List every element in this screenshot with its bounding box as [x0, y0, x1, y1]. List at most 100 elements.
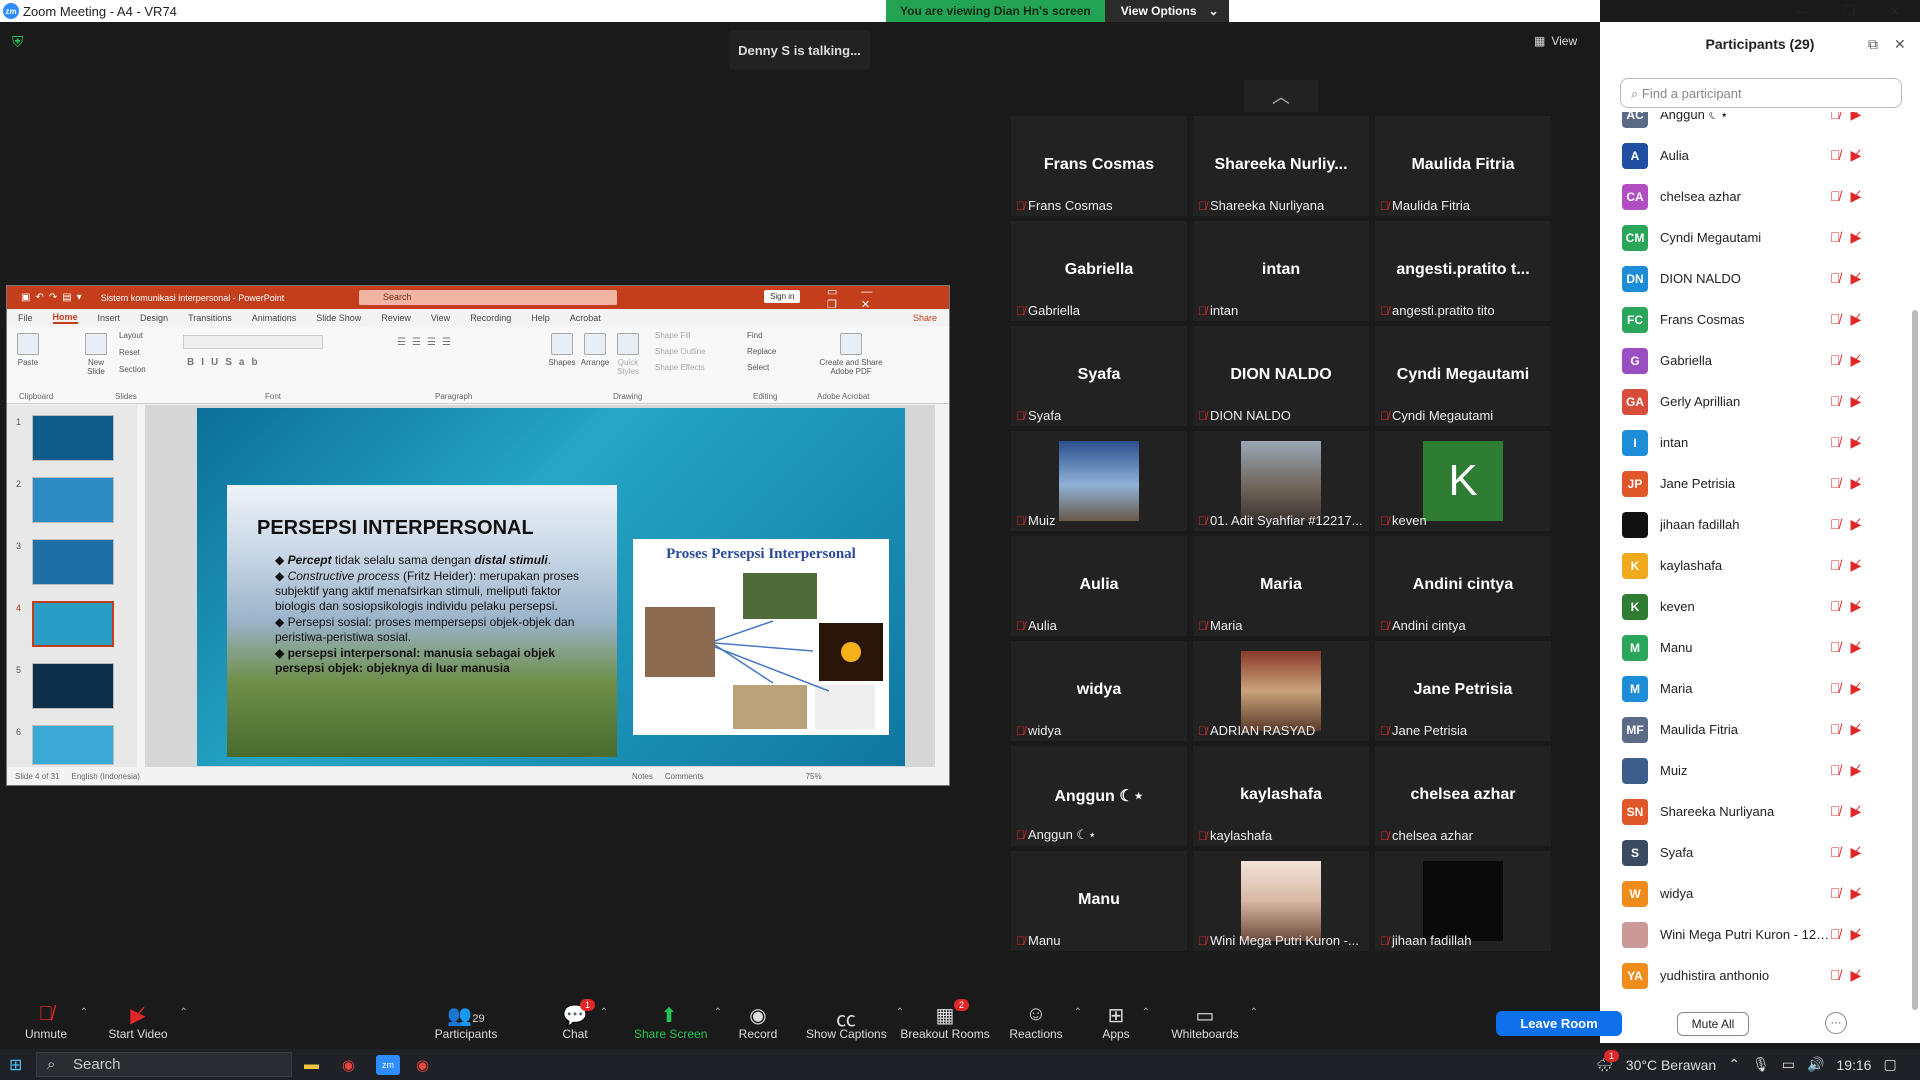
- slide-thumbnail[interactable]: [32, 539, 114, 585]
- view-options-button[interactable]: View Options ⌄: [1104, 0, 1229, 22]
- taskbar-search[interactable]: ⌕ Search: [36, 1052, 292, 1077]
- participant-row[interactable]: AC Anggun ☾⋆ 🎙̸ ▶̸: [1600, 112, 1905, 135]
- network-icon[interactable]: ▭: [1782, 1056, 1795, 1073]
- volume-icon[interactable]: 🔊: [1807, 1056, 1824, 1073]
- mic-icon[interactable]: 🎙: [1752, 1056, 1770, 1073]
- arrange-button[interactable]: Arrange: [579, 333, 611, 367]
- participant-row[interactable]: M Maria 🎙̸ ▶̸: [1600, 668, 1905, 709]
- participant-tile[interactable]: K 🎙̸ keven: [1375, 431, 1551, 531]
- ppt-search-box[interactable]: Search: [359, 290, 617, 305]
- view-layout-button[interactable]: ▦ View: [1534, 34, 1577, 48]
- replace-button[interactable]: Replace: [747, 347, 776, 356]
- ppt-tab-help[interactable]: Help: [531, 313, 550, 323]
- quick-access-icons[interactable]: ▣↶↷▤▾: [21, 292, 87, 303]
- whiteboards-button[interactable]: ▭ Whiteboards ⌃: [1170, 1003, 1258, 1041]
- more-options-button[interactable]: ···: [1825, 1012, 1847, 1034]
- shape-effects-button[interactable]: Shape Effects: [655, 363, 705, 372]
- minimize-button[interactable]: —: [1780, 0, 1826, 22]
- notes-button[interactable]: Notes: [632, 772, 653, 781]
- participant-tile[interactable]: Cyndi Megautami 🎙̸ Cyndi Megautami: [1375, 326, 1551, 426]
- ppt-tab-slideshow[interactable]: Slide Show: [316, 313, 361, 323]
- current-slide[interactable]: PERSEPSI INTERPERSONAL ◆ Percept tidak s…: [197, 408, 905, 766]
- participant-row[interactable]: M Manu 🎙̸ ▶̸: [1600, 627, 1905, 668]
- participant-tile[interactable]: chelsea azhar 🎙̸ chelsea azhar: [1375, 746, 1551, 846]
- popout-icon[interactable]: ⧉: [1868, 36, 1878, 53]
- ppt-window-controls[interactable]: ▭—❐✕: [827, 285, 949, 311]
- reactions-button[interactable]: ☺ Reactions ⌃: [1008, 1003, 1082, 1041]
- participant-row[interactable]: DN DION NALDO 🎙̸ ▶̸: [1600, 258, 1905, 299]
- mute-all-button[interactable]: Mute All: [1677, 1012, 1749, 1036]
- paragraph-buttons[interactable]: ☰☰☰☰: [397, 337, 457, 348]
- participant-row[interactable]: MF Maulida Fitria 🎙̸ ▶̸: [1600, 709, 1905, 750]
- windows-start-icon[interactable]: ⊞: [9, 1055, 22, 1075]
- weather-text[interactable]: 30°C Berawan: [1626, 1057, 1716, 1073]
- participant-tile[interactable]: angesti.pratito t... 🎙̸ angesti.pratito ti…: [1375, 221, 1551, 321]
- record-button[interactable]: ◉ Record: [738, 1003, 778, 1041]
- slide-thumbnail-active[interactable]: [32, 601, 114, 647]
- ppt-tab-review[interactable]: Review: [381, 313, 411, 323]
- clock[interactable]: 19:16: [1836, 1057, 1871, 1073]
- find-button[interactable]: Find: [747, 331, 763, 340]
- participant-row[interactable]: jihaan fadillah 🎙̸ ▶̸: [1600, 504, 1905, 545]
- participant-list-scrollbar[interactable]: [1912, 310, 1918, 1010]
- select-button[interactable]: Select: [747, 363, 769, 372]
- participant-tile[interactable]: Jane Petrisia 🎙̸ Jane Petrisia: [1375, 641, 1551, 741]
- participant-tile[interactable]: Maria 🎙̸ Maria: [1193, 536, 1369, 636]
- slide-thumbnail[interactable]: [32, 415, 114, 461]
- slide-thumbnail[interactable]: [32, 663, 114, 709]
- participant-tile[interactable]: Maulida Fitria 🎙̸ Maulida Fitria: [1375, 116, 1551, 216]
- ppt-tab-acrobat[interactable]: Acrobat: [570, 313, 601, 323]
- encryption-shield-icon[interactable]: ⛨: [12, 34, 28, 52]
- layout-button[interactable]: Layout: [119, 331, 143, 340]
- participant-tile[interactable]: Gabriella 🎙̸ Gabriella: [1011, 221, 1187, 321]
- ppt-signin-button[interactable]: Sign in: [764, 290, 801, 303]
- weather-icon[interactable]: 🌧 1: [1596, 1050, 1620, 1073]
- participant-tile[interactable]: Syafa 🎙̸ Syafa: [1011, 326, 1187, 426]
- zoom-level[interactable]: 75%: [806, 772, 822, 781]
- participant-row[interactable]: GA Gerly Aprillian 🎙̸ ▶̸: [1600, 381, 1905, 422]
- unmute-button[interactable]: 🎙̸ Unmute ⌃: [22, 1003, 88, 1041]
- shapes-button[interactable]: Shapes: [547, 333, 577, 367]
- participant-row[interactable]: CA chelsea azhar 🎙̸ ▶̸: [1600, 176, 1905, 217]
- chevron-up-icon[interactable]: ⌃: [1728, 1056, 1740, 1073]
- caret-up-icon[interactable]: ⌃: [180, 1007, 188, 1018]
- caret-up-icon[interactable]: ⌃: [1142, 1007, 1150, 1018]
- chrome-icon[interactable]: ◉: [342, 1056, 355, 1074]
- shape-fill-button[interactable]: Shape Fill: [655, 331, 691, 340]
- participant-tile[interactable]: intan 🎙̸ intan: [1193, 221, 1369, 321]
- participant-row[interactable]: Kkeven 🎙̸ ▶̸: [1600, 586, 1905, 627]
- font-family-select[interactable]: [183, 335, 323, 349]
- ppt-tab-home[interactable]: Home: [52, 312, 78, 324]
- font-format-buttons[interactable]: BIUSab: [187, 357, 265, 368]
- participant-tile[interactable]: Anggun ☾⋆ 🎙̸ Anggun ☾⋆: [1011, 746, 1187, 846]
- participant-tile[interactable]: 🎙̸ ADRIAN RASYAD: [1193, 641, 1369, 741]
- ppt-tab-recording[interactable]: Recording: [470, 313, 511, 323]
- participant-tile[interactable]: 🎙̸ 01. Adit Syahfiar #12217...: [1193, 431, 1369, 531]
- file-explorer-icon[interactable]: ▬: [304, 1056, 319, 1073]
- ppt-tab-design[interactable]: Design: [140, 313, 168, 323]
- notification-icon[interactable]: ▢: [1883, 1056, 1896, 1073]
- participant-row[interactable]: Iintan 🎙̸ ▶̸: [1600, 422, 1905, 463]
- participant-row[interactable]: S Syafa 🎙̸ ▶̸: [1600, 832, 1905, 873]
- ppt-share-button[interactable]: Share: [913, 313, 937, 323]
- participant-row[interactable]: SN Shareeka Nurliyana 🎙̸ ▶̸: [1600, 791, 1905, 832]
- reset-button[interactable]: Reset: [119, 348, 140, 357]
- show-captions-button[interactable]: ㏄ Show Captions ⌃: [806, 1003, 904, 1041]
- caret-up-icon[interactable]: ⌃: [1074, 1007, 1082, 1018]
- find-participant-input[interactable]: ⌕ Find a participant: [1620, 78, 1902, 108]
- breakout-rooms-button[interactable]: ▦ 2 Breakout Rooms: [900, 999, 990, 1041]
- participant-tile[interactable]: 🎙̸ Wini Mega Putri Kuron -...: [1193, 851, 1369, 951]
- caret-up-icon[interactable]: ⌃: [80, 1007, 88, 1018]
- participant-tile[interactable]: 🎙̸ Muiz: [1011, 431, 1187, 531]
- ppt-tab-animations[interactable]: Animations: [252, 313, 297, 323]
- participant-tile[interactable]: 🎙̸ jihaan fadillah: [1375, 851, 1551, 951]
- start-video-button[interactable]: ▶̸ Start Video ⌃: [106, 1003, 188, 1041]
- shape-outline-button[interactable]: Shape Outline: [655, 347, 706, 356]
- caret-up-icon[interactable]: ⌃: [600, 1007, 608, 1018]
- participant-row[interactable]: Kkaylashafa 🎙̸ ▶̸: [1600, 545, 1905, 586]
- participant-row[interactable]: CM Cyndi Megautami 🎙̸ ▶̸: [1600, 217, 1905, 258]
- participant-row[interactable]: A Aulia 🎙̸ ▶̸: [1600, 135, 1905, 176]
- maximize-button[interactable]: ❐: [1826, 0, 1872, 22]
- quick-styles-button[interactable]: Quick Styles: [613, 333, 643, 376]
- create-share-pdf-button[interactable]: Create and Share Adobe PDF: [819, 333, 883, 376]
